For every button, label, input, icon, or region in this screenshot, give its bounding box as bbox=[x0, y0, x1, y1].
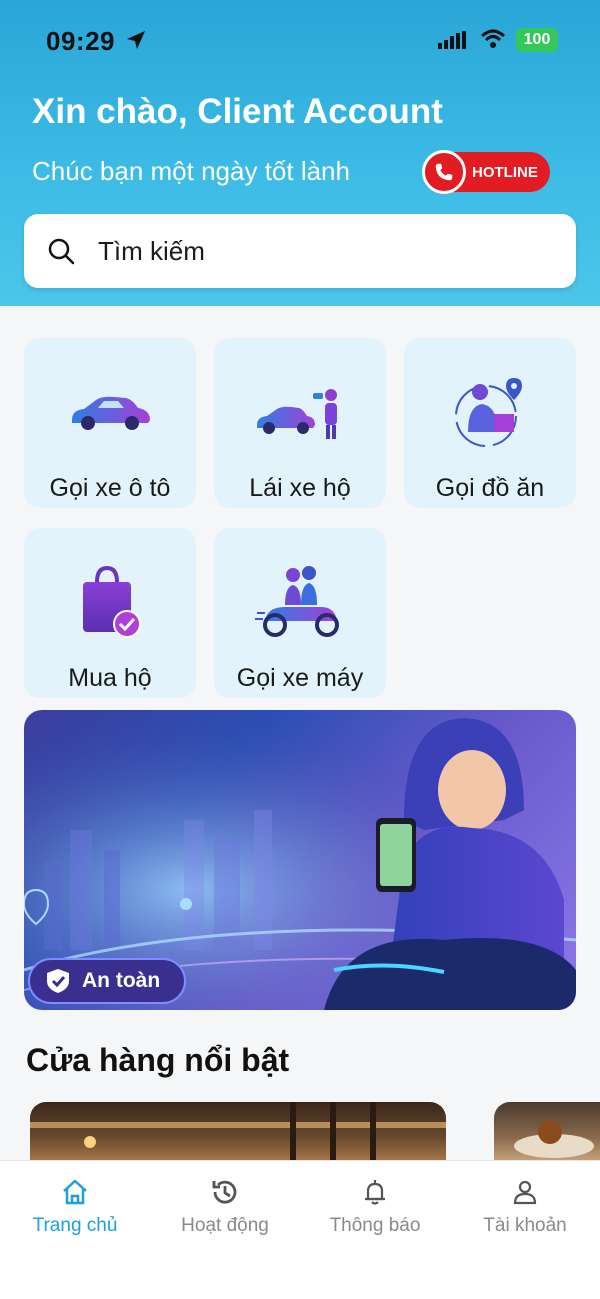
service-driver[interactable]: Lái xe hộ bbox=[214, 338, 386, 508]
phone-icon bbox=[422, 150, 466, 194]
featured-stores-title: Cửa hàng nổi bật bbox=[26, 1042, 290, 1078]
nav-label: Trang chủ bbox=[32, 1215, 118, 1236]
nav-label: Hoạt động bbox=[181, 1215, 269, 1236]
nav-account[interactable]: Tài khoản bbox=[450, 1177, 600, 1257]
service-buy-for-me[interactable]: Mua hộ bbox=[24, 528, 196, 698]
store-card[interactable] bbox=[30, 1102, 446, 1162]
shopping-bag-icon bbox=[24, 552, 196, 652]
search-input[interactable]: Tìm kiếm bbox=[24, 214, 576, 288]
service-label: Gọi xe ô tô bbox=[49, 474, 171, 502]
service-label: Lái xe hộ bbox=[249, 474, 351, 502]
nav-activity[interactable]: Hoạt động bbox=[150, 1177, 300, 1257]
battery-level: 100 bbox=[523, 31, 551, 48]
search-icon bbox=[48, 238, 75, 265]
service-food[interactable]: Gọi đồ ăn bbox=[404, 338, 576, 508]
history-icon bbox=[212, 1180, 237, 1204]
nav-notifications[interactable]: Thông báo bbox=[300, 1177, 450, 1257]
home-icon bbox=[63, 1179, 87, 1205]
bottom-nav: Trang chủ Hoạt động Thông báo Tài khoản bbox=[0, 1160, 600, 1299]
battery-indicator: 100 bbox=[516, 28, 558, 52]
bell-icon bbox=[365, 1180, 385, 1205]
food-delivery-icon bbox=[404, 362, 576, 462]
nav-label: Thông báo bbox=[329, 1215, 421, 1236]
cellular-signal-icon bbox=[438, 31, 466, 49]
shield-check-icon bbox=[47, 969, 69, 993]
hotline-label: HOTLINE bbox=[472, 163, 538, 181]
nav-label: Tài khoản bbox=[483, 1215, 567, 1236]
store-card[interactable] bbox=[494, 1102, 600, 1162]
greeting-subtitle: Chúc bạn một ngày tốt lành bbox=[32, 156, 350, 186]
search-placeholder: Tìm kiếm bbox=[98, 235, 205, 266]
greeting-title: Xin chào, Client Account bbox=[32, 92, 443, 131]
driver-icon bbox=[214, 362, 386, 462]
store-image bbox=[30, 1102, 446, 1162]
safety-badge: An toàn bbox=[28, 958, 186, 1004]
user-icon bbox=[513, 1180, 537, 1205]
hotline-button[interactable]: HOTLINE bbox=[422, 150, 550, 194]
status-bar: 09:29 100 bbox=[0, 0, 600, 74]
header: 09:29 100 Xin chào, Client Account Chúc … bbox=[0, 0, 600, 306]
wifi-icon bbox=[480, 29, 506, 48]
service-motorbike[interactable]: Gọi xe máy bbox=[214, 528, 386, 698]
store-image bbox=[514, 1120, 594, 1158]
safety-badge-label: An toàn bbox=[82, 969, 161, 992]
car-icon bbox=[24, 362, 196, 462]
nav-home[interactable]: Trang chủ bbox=[0, 1177, 150, 1257]
status-time: 09:29 bbox=[46, 26, 115, 56]
location-arrow-icon bbox=[127, 31, 145, 49]
service-label: Gọi xe máy bbox=[236, 664, 364, 692]
motorbike-icon bbox=[214, 552, 386, 652]
service-label: Gọi đồ ăn bbox=[435, 474, 545, 502]
service-label: Mua hộ bbox=[68, 664, 152, 692]
service-car[interactable]: Gọi xe ô tô bbox=[24, 338, 196, 508]
